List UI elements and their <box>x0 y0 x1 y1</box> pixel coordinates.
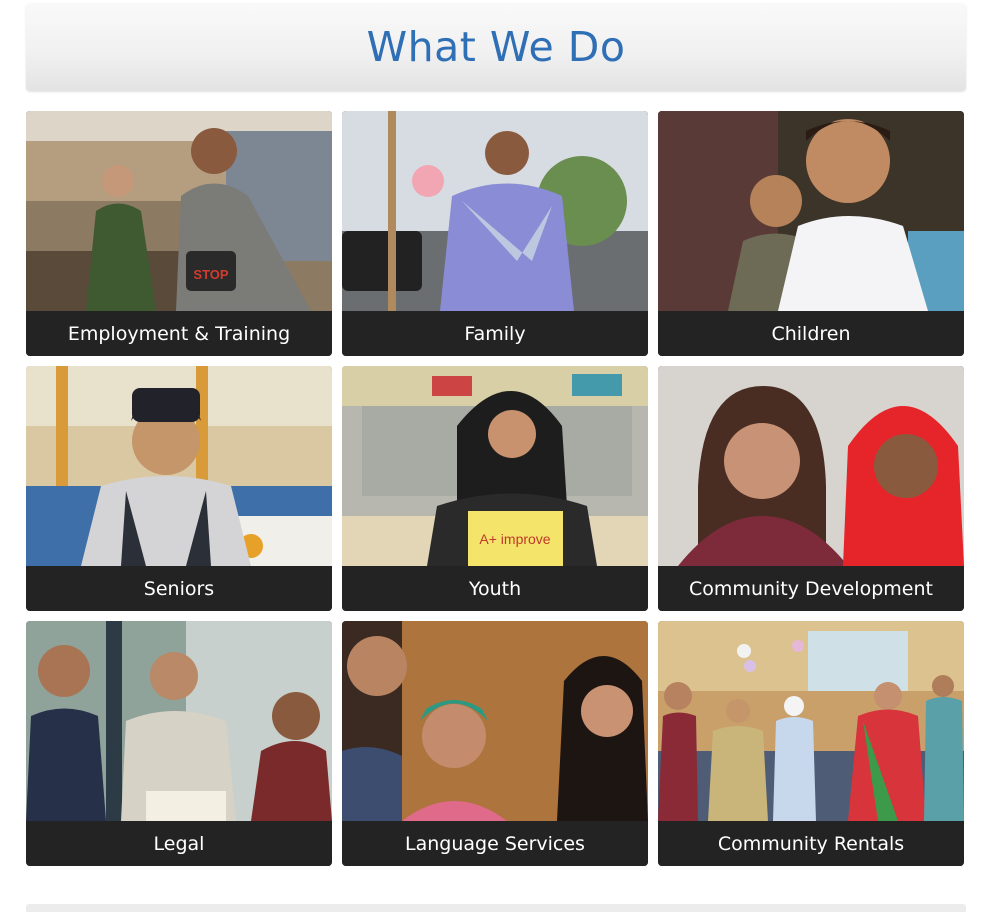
employment-photo-icon: STOP <box>26 111 332 311</box>
service-tile-language-services[interactable]: Language Services <box>342 621 648 866</box>
service-tile-label: Employment & Training <box>26 311 332 356</box>
children-photo-icon <box>658 111 964 311</box>
service-tile-family[interactable]: Family <box>342 111 648 356</box>
service-tile-employment-training[interactable]: STOP Employment & Training <box>26 111 332 356</box>
service-tile-community-rentals[interactable]: Community Rentals <box>658 621 964 866</box>
services-grid: STOP Employment & Training Family Childr… <box>26 111 964 866</box>
youth-photo-icon: A+ improve <box>342 366 648 566</box>
service-tile-legal[interactable]: Legal <box>26 621 332 866</box>
community-rentals-photo-icon <box>658 621 964 821</box>
service-tile-label: Community Rentals <box>658 821 964 866</box>
next-section-edge <box>26 904 966 912</box>
legal-photo-icon <box>26 621 332 821</box>
seniors-photo-icon <box>26 366 332 566</box>
section-title: What We Do <box>366 23 626 71</box>
service-tile-label: Legal <box>26 821 332 866</box>
service-tile-community-development[interactable]: Community Development <box>658 366 964 611</box>
service-tile-label: Family <box>342 311 648 356</box>
service-tile-label: Youth <box>342 566 648 611</box>
service-tile-youth[interactable]: A+ improve Youth <box>342 366 648 611</box>
service-tile-children[interactable]: Children <box>658 111 964 356</box>
service-tile-label: Children <box>658 311 964 356</box>
family-photo-icon <box>342 111 648 311</box>
shirt-print: STOP <box>193 267 228 282</box>
service-tile-label: Language Services <box>342 821 648 866</box>
section-header: What We Do <box>26 3 966 91</box>
youth-sign: A+ improve <box>479 531 550 547</box>
service-tile-seniors[interactable]: Seniors <box>26 366 332 611</box>
service-tile-label: Seniors <box>26 566 332 611</box>
community-development-photo-icon <box>658 366 964 566</box>
service-tile-label: Community Development <box>658 566 964 611</box>
language-services-photo-icon <box>342 621 648 821</box>
